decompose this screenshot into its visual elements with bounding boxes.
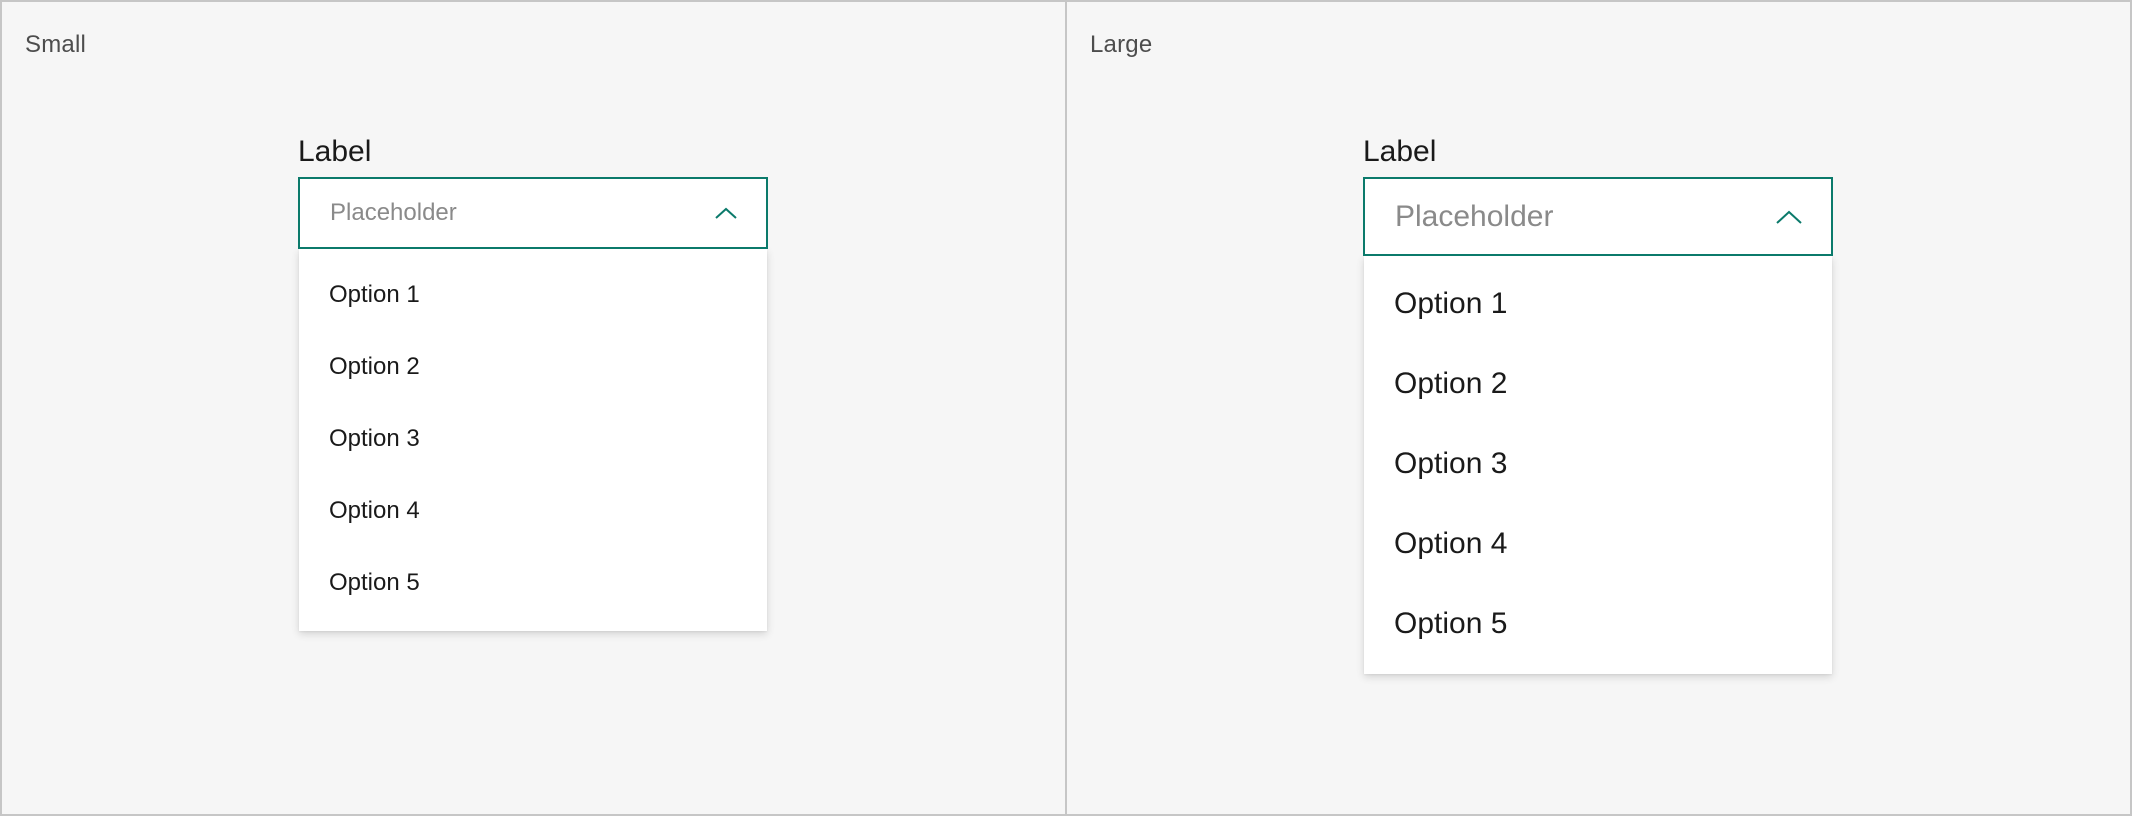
menu-item-option-4[interactable]: Option 4: [1364, 504, 1832, 584]
dropdown-select[interactable]: Placeholder: [1363, 177, 1833, 256]
menu-item-option-5[interactable]: Option 5: [1364, 584, 1832, 664]
chevron-up-icon: [715, 207, 737, 219]
menu-item-option-4[interactable]: Option 4: [299, 475, 767, 547]
dropdown-large: Label Placeholder Option 1 Option 2 Opti…: [1363, 134, 1833, 674]
dropdown-placeholder: Placeholder: [330, 199, 457, 226]
menu-item-option-5[interactable]: Option 5: [299, 547, 767, 619]
dropdown-small: Label Placeholder Option 1 Option 2 Opti…: [298, 134, 768, 631]
menu-item-option-2[interactable]: Option 2: [299, 331, 767, 403]
chevron-up-icon: [1776, 210, 1802, 224]
panel-title: Large: [1090, 31, 1153, 58]
menu-item-option-2[interactable]: Option 2: [1364, 344, 1832, 424]
dropdown-label: Label: [298, 135, 372, 168]
dropdown-menu: Option 1 Option 2 Option 3 Option 4 Opti…: [299, 249, 767, 631]
menu-item-option-3[interactable]: Option 3: [1364, 424, 1832, 504]
dropdown-placeholder: Placeholder: [1395, 199, 1554, 233]
panel-title: Small: [25, 31, 87, 58]
panel-small: Small Label Placeholder Option 1 Option …: [2, 2, 1065, 814]
menu-item-option-1[interactable]: Option 1: [1364, 264, 1832, 344]
menu-item-option-1[interactable]: Option 1: [299, 259, 767, 331]
dropdown-label: Label: [1363, 135, 1437, 168]
panel-large: Large Label Placeholder Option 1 Option …: [1065, 2, 2130, 814]
menu-item-option-3[interactable]: Option 3: [299, 403, 767, 475]
canvas: Small Label Placeholder Option 1 Option …: [0, 0, 2132, 816]
dropdown-select[interactable]: Placeholder: [298, 177, 768, 249]
dropdown-menu: Option 1 Option 2 Option 3 Option 4 Opti…: [1364, 256, 1832, 674]
